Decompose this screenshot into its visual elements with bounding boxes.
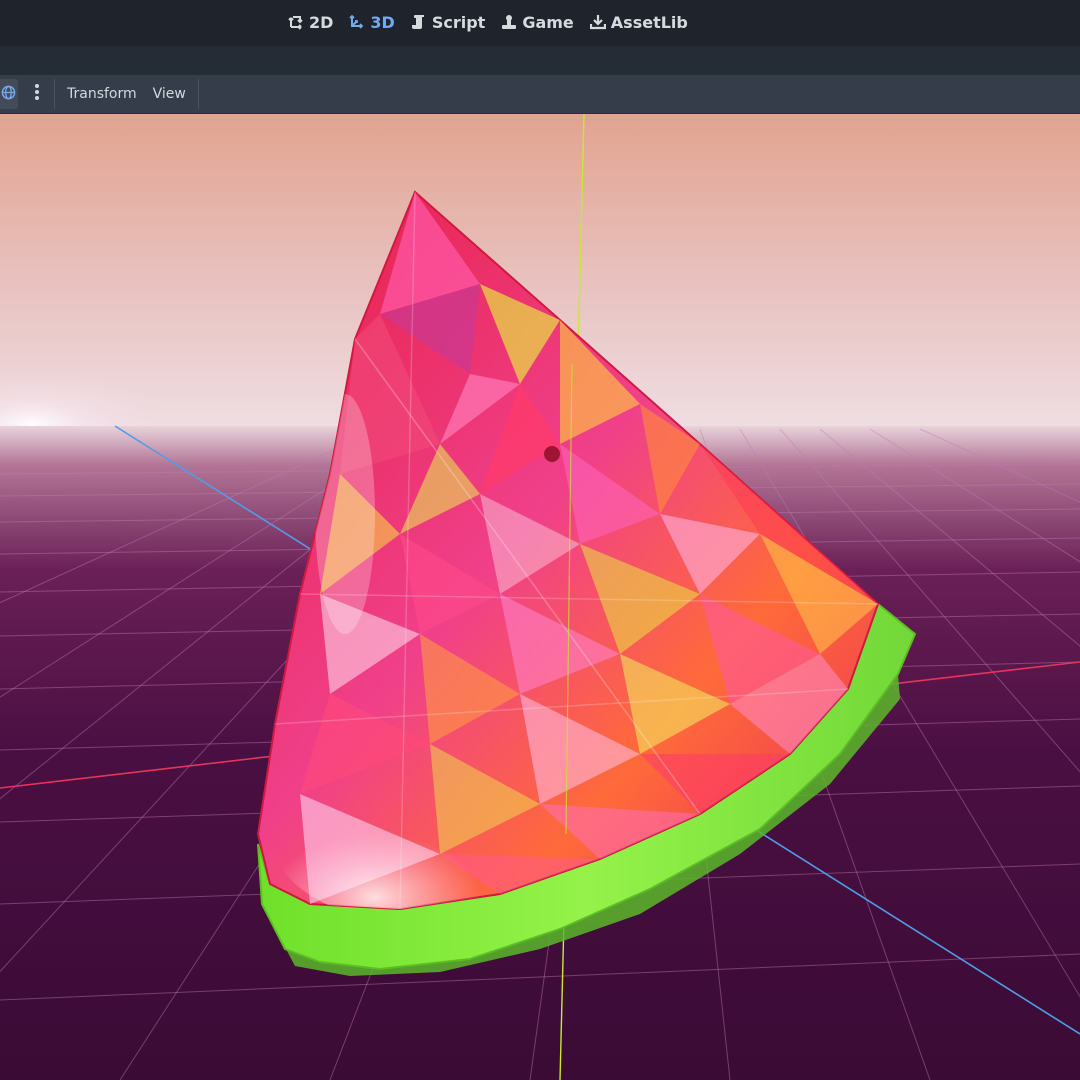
workspace-script-button[interactable]: Script xyxy=(403,0,493,44)
workspace-3d-label: 3D xyxy=(370,12,395,32)
use-local-space-button[interactable] xyxy=(0,79,18,109)
vertical-ellipsis-icon xyxy=(34,83,40,105)
watermelon-seed xyxy=(544,446,560,462)
viewport-toolbar: Transform View xyxy=(0,75,1080,114)
viewport-canvas xyxy=(0,114,1080,1080)
workspace-game-label: Game xyxy=(522,12,574,32)
main-workspace-bar: 2D 3D Script Game AssetLib xyxy=(0,0,1080,46)
toolbar-separator xyxy=(197,79,199,109)
view-menu-button[interactable]: View xyxy=(145,79,194,109)
scene-tab-strip xyxy=(0,46,1080,75)
script-icon xyxy=(411,14,427,30)
2d-icon xyxy=(288,14,304,30)
workspace-3d-button[interactable]: 3D xyxy=(341,0,402,44)
3d-icon xyxy=(349,14,365,30)
workspace-game-button[interactable]: Game xyxy=(493,0,581,44)
sun-glow xyxy=(0,264,400,426)
workspace-assetlib-button[interactable]: AssetLib xyxy=(582,0,696,44)
toolbar-separator xyxy=(54,79,55,109)
workspace-2d-button[interactable]: 2D xyxy=(280,0,341,44)
godot-editor: 2D 3D Script Game AssetLib Transform Vie… xyxy=(0,0,1080,1080)
more-options-button[interactable] xyxy=(24,79,50,109)
download-icon xyxy=(589,14,606,30)
globe-icon xyxy=(1,85,16,104)
workspace-script-label: Script xyxy=(431,12,486,32)
workspace-assetlib-label: AssetLib xyxy=(610,12,688,32)
transform-menu-button[interactable]: Transform xyxy=(59,79,145,109)
workspace-switcher: 2D 3D Script Game AssetLib xyxy=(280,0,696,44)
workspace-2d-label: 2D xyxy=(309,12,334,32)
3d-viewport[interactable] xyxy=(0,114,1080,1080)
game-icon xyxy=(501,14,517,30)
